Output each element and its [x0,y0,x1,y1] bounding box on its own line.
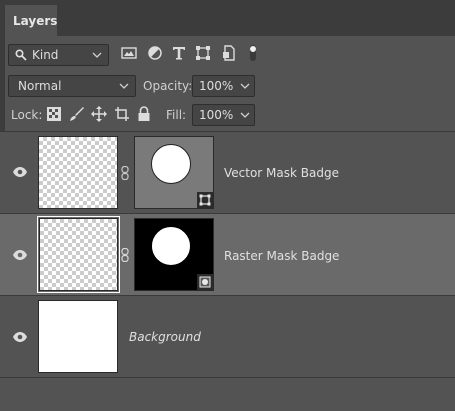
blend-mode-value: Normal [18,79,62,93]
chevron-down-icon [239,79,251,93]
visibility-eye-icon[interactable] [12,331,28,343]
fill-field[interactable]: 100% [192,104,255,126]
layer-thumbnail[interactable] [38,300,118,373]
opacity-value: 100% [199,79,234,93]
image-filter-icon[interactable] [121,45,137,61]
lock-image-pixels-icon[interactable] [69,106,85,122]
opacity-field[interactable]: 100% [192,75,255,97]
raster-mask-thumbnail[interactable] [134,218,214,291]
chevron-down-icon [91,48,103,62]
lock-position-icon[interactable] [91,106,107,122]
tab-layers[interactable]: Layers [5,5,57,36]
layer-row-background[interactable]: Background [0,296,455,377]
opacity-label: Opacity: [143,79,193,93]
layers-empty-area [0,378,455,411]
mask-link-icon[interactable] [121,247,129,263]
shape-filter-icon[interactable] [195,45,211,61]
filter-toggle-icon[interactable] [245,45,261,61]
chevron-down-icon [239,108,251,122]
smart-object-filter-icon[interactable] [221,45,237,61]
visibility-eye-icon[interactable] [12,166,28,178]
mask-shape [151,144,191,184]
layer-name[interactable]: Background [129,330,201,344]
layer-thumbnail[interactable] [37,216,120,293]
raster-mask-badge-icon [197,274,213,290]
lock-artboard-icon[interactable] [114,106,130,122]
mask-shape [151,226,191,266]
chevron-down-icon [118,79,130,93]
layer-name[interactable]: Raster Mask Badge [224,249,339,263]
search-icon [15,49,27,61]
layer-row-raster-mask-badge[interactable]: Raster Mask Badge [0,214,455,295]
layer-thumbnail[interactable] [38,136,118,209]
vector-mask-badge-icon [197,192,213,208]
visibility-eye-icon[interactable] [12,249,28,261]
lock-transparent-pixels-icon[interactable] [47,107,61,121]
type-filter-icon[interactable] [171,45,187,61]
fill-value: 100% [199,108,234,122]
layer-row-vector-mask-badge[interactable]: Vector Mask Badge [0,132,455,213]
vector-mask-thumbnail[interactable] [134,136,214,209]
bottom-divider [0,377,455,378]
filter-kind-select[interactable]: Kind [8,44,109,66]
layer-name[interactable]: Vector Mask Badge [224,166,339,180]
panel-tab-bar: Layers [0,0,455,36]
filter-kind-label: Kind [32,48,59,62]
mask-link-icon[interactable] [121,165,129,181]
lock-all-icon[interactable] [137,106,151,122]
blend-mode-select[interactable]: Normal [8,75,136,97]
adjustment-filter-icon[interactable] [147,45,163,61]
lock-label: Lock: [11,108,43,122]
fill-label: Fill: [166,108,187,122]
